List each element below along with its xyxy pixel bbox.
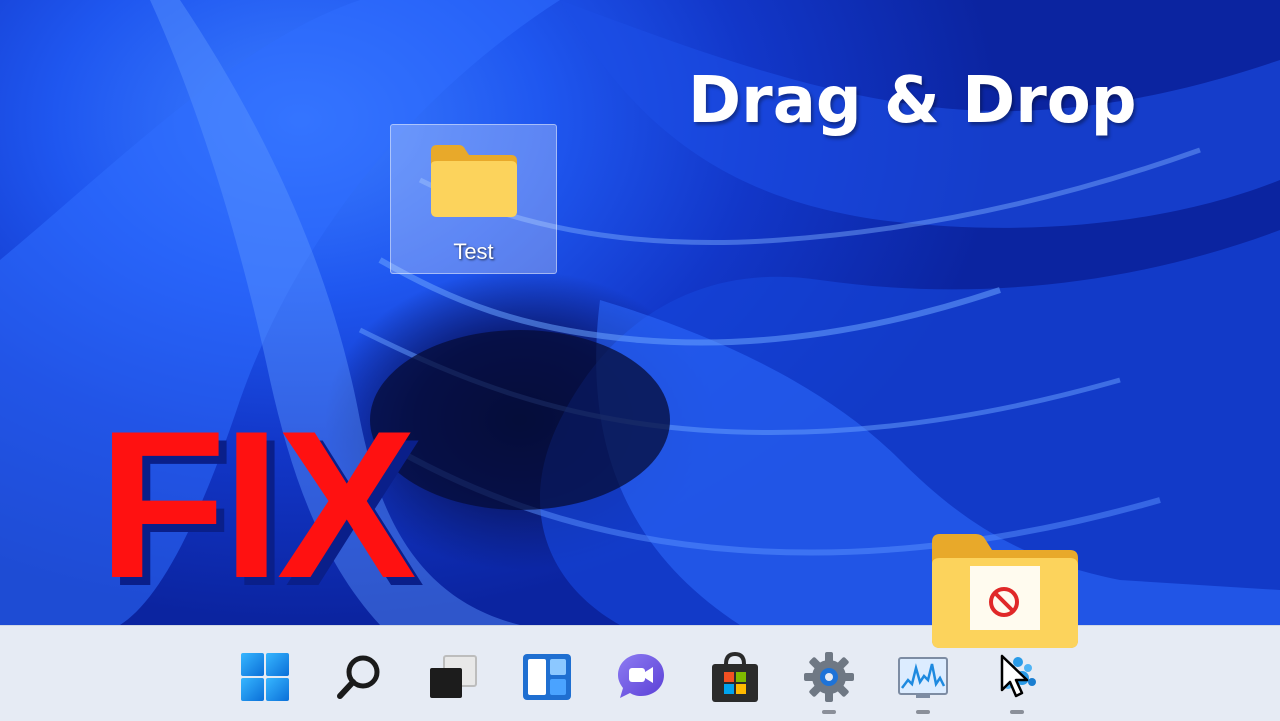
microsoft-store-icon[interactable] (708, 650, 762, 704)
arrow-cursor-icon (1000, 654, 1030, 702)
windows-logo-icon[interactable] (238, 650, 292, 704)
gear-icon[interactable] (802, 650, 856, 704)
teams-chat-icon[interactable] (614, 650, 668, 704)
drag-ghost-folder (928, 530, 1082, 652)
drag-and-drop-title: Drag & Drop (688, 64, 1137, 138)
taskbar (0, 625, 1280, 721)
desktop[interactable]: Drag & Drop Test FIX (0, 0, 1280, 625)
search-icon[interactable] (332, 650, 386, 704)
running-indicator (916, 710, 930, 714)
task-view-icon[interactable] (426, 650, 480, 704)
widgets-icon[interactable] (520, 650, 574, 704)
desktop-icon-label: Test (453, 239, 494, 264)
fix-overlay-text: FIX (98, 387, 417, 622)
folder-icon (427, 141, 519, 223)
no-drop-icon (986, 584, 1022, 624)
running-indicator (822, 710, 836, 714)
performance-monitor-icon[interactable] (896, 650, 950, 704)
running-indicator (1010, 710, 1024, 714)
desktop-folder-test[interactable]: Test (390, 124, 557, 274)
